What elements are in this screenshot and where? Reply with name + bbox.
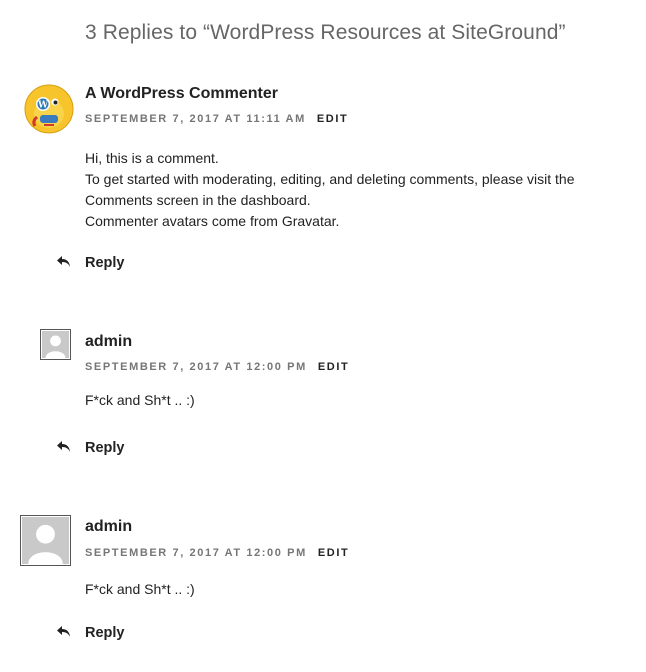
reply-arrow-icon[interactable]	[56, 440, 72, 454]
edit-link[interactable]: EDIT	[317, 113, 348, 125]
comment-text-line: Commenter avatars come from Gravatar.	[85, 213, 340, 229]
reply-link[interactable]: Reply	[85, 255, 125, 271]
comment-meta: SEPTEMBER 7, 2017 AT 11:11 AM EDIT	[85, 113, 348, 125]
comment-text-line: F*ck and Sh*t .. :)	[85, 392, 195, 408]
comment-content: F*ck and Sh*t .. :)	[85, 579, 195, 600]
comment-date[interactable]: SEPTEMBER 7, 2017 AT 12:00 PM	[85, 361, 307, 373]
reply-arrow-icon[interactable]	[56, 625, 72, 639]
default-user-avatar-icon[interactable]	[40, 329, 71, 360]
comment-text-line: F*ck and Sh*t .. :)	[85, 581, 195, 597]
reply-link[interactable]: Reply	[85, 440, 125, 456]
comment-meta: SEPTEMBER 7, 2017 AT 12:00 PM EDIT	[85, 361, 349, 373]
comment-author[interactable]: A WordPress Commenter	[85, 85, 278, 103]
comment-text-line: To get started with moderating, editing,…	[85, 171, 575, 187]
comment-date[interactable]: SEPTEMBER 7, 2017 AT 12:00 PM	[85, 547, 307, 559]
default-user-avatar-icon[interactable]	[20, 515, 71, 566]
comment-content: Hi, this is a comment. To get started wi…	[85, 148, 625, 232]
edit-link[interactable]: EDIT	[318, 361, 349, 373]
comment-date[interactable]: SEPTEMBER 7, 2017 AT 11:11 AM	[85, 113, 306, 125]
edit-link[interactable]: EDIT	[318, 547, 349, 559]
reply-link[interactable]: Reply	[85, 625, 125, 641]
comment-author[interactable]: admin	[85, 333, 132, 351]
wapuu-avatar-icon[interactable]: W	[24, 84, 74, 134]
comment-text-line: Hi, this is a comment.	[85, 150, 219, 166]
svg-text:W: W	[37, 101, 49, 111]
comment-content: F*ck and Sh*t .. :)	[85, 390, 195, 411]
comments-title: 3 Replies to “WordPress Resources at Sit…	[85, 21, 566, 45]
reply-arrow-icon[interactable]	[56, 255, 72, 269]
comment-author[interactable]: admin	[85, 518, 132, 536]
comment-text-line: Comments screen in the dashboard.	[85, 192, 311, 208]
comment-meta: SEPTEMBER 7, 2017 AT 12:00 PM EDIT	[85, 547, 349, 559]
